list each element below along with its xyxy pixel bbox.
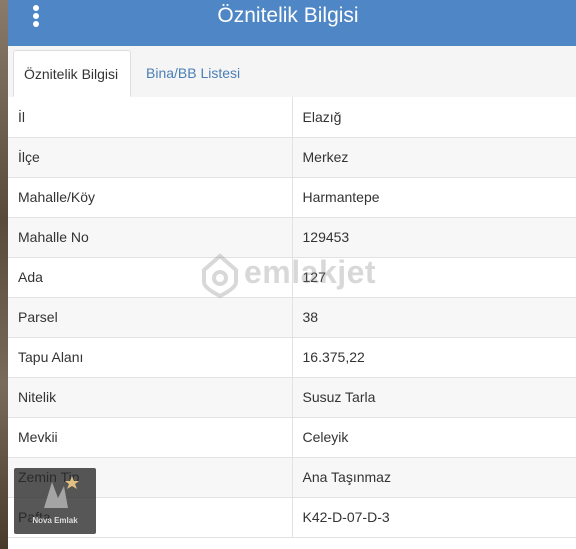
row-key: Ada [8,257,293,298]
row-value: 127 [292,257,576,298]
table-row: İl Elazığ [8,97,576,138]
table-row: Mahalle No 129453 [8,217,576,258]
table-row: İlçe Merkez [8,137,576,178]
corner-logo-text: Nova Emlak [32,516,78,525]
row-value: 129453 [292,217,576,258]
row-value: Harmantepe [292,177,576,218]
row-key: Mevkii [8,417,293,458]
table-row: Parsel 38 [8,297,576,338]
dialog-header: Öznitelik Bilgisi [8,0,576,46]
table-row: Tapu Alanı 16.375,22 [8,337,576,378]
row-value: 16.375,22 [292,337,576,378]
star-logo-icon [44,476,79,508]
row-value: 38 [292,297,576,338]
row-key: Parsel [8,297,293,338]
tab-attribute-info[interactable]: Öznitelik Bilgisi [13,50,131,97]
row-value: Merkez [292,137,576,178]
table-row: Mahalle/Köy Harmantepe [8,177,576,218]
dialog-title: Öznitelik Bilgisi [217,4,359,27]
row-value: Celeyik [292,417,576,458]
row-value: Elazığ [292,97,576,138]
row-value: Ana Taşınmaz [292,457,576,498]
nova-emlak-logo: Nova Emlak [14,468,96,534]
attribute-dialog: Öznitelik Bilgisi Öznitelik Bilgisi Bina… [8,0,576,549]
row-key: İl [8,97,293,138]
tab-building-list[interactable]: Bina/BB Listesi [136,50,256,97]
row-key: İlçe [8,137,293,178]
row-value: K42-D-07-D-3 [292,497,576,538]
row-key: Mahalle No [8,217,293,258]
tab-bar: Öznitelik Bilgisi Bina/BB Listesi [8,46,576,98]
table-row: Mevkii Celeyik [8,417,576,458]
row-key: Nitelik [8,377,293,418]
row-key: Tapu Alanı [8,337,293,378]
row-value: Susuz Tarla [292,377,576,418]
table-row: Nitelik Susuz Tarla [8,377,576,418]
table-row: Ada 127 [8,257,576,298]
row-key: Mahalle/Köy [8,177,293,218]
